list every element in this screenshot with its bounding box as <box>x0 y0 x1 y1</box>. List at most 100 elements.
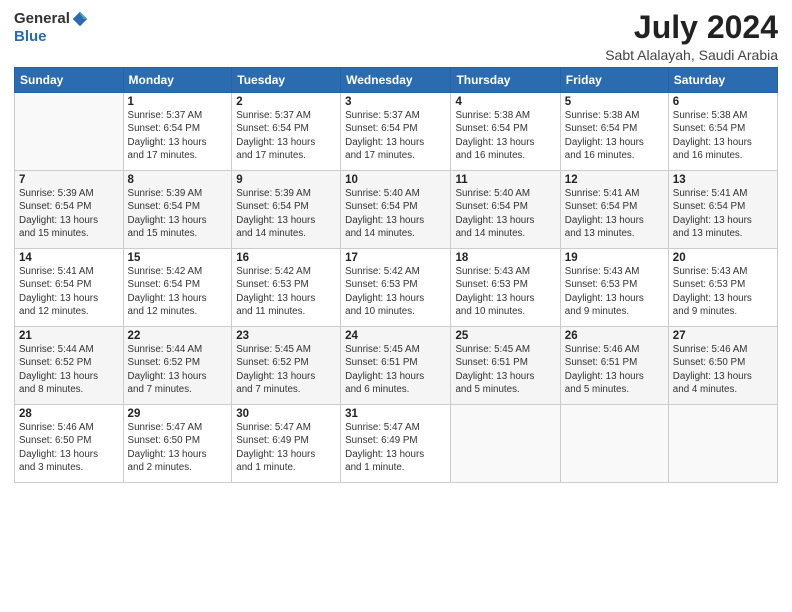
day-number: 7 <box>19 174 119 186</box>
column-header-friday: Friday <box>560 68 668 93</box>
day-number: 31 <box>345 408 446 420</box>
day-cell: 13Sunrise: 5:41 AM Sunset: 6:54 PM Dayli… <box>668 171 777 249</box>
day-info: Sunrise: 5:40 AM Sunset: 6:54 PM Dayligh… <box>345 187 446 240</box>
day-info: Sunrise: 5:43 AM Sunset: 6:53 PM Dayligh… <box>673 265 773 318</box>
day-cell: 9Sunrise: 5:39 AM Sunset: 6:54 PM Daylig… <box>232 171 341 249</box>
day-info: Sunrise: 5:38 AM Sunset: 6:54 PM Dayligh… <box>455 109 555 162</box>
day-number: 14 <box>19 252 119 264</box>
logo-icon <box>71 10 89 28</box>
day-info: Sunrise: 5:45 AM Sunset: 6:52 PM Dayligh… <box>236 343 336 396</box>
day-number: 29 <box>128 408 228 420</box>
day-cell: 6Sunrise: 5:38 AM Sunset: 6:54 PM Daylig… <box>668 93 777 171</box>
day-number: 4 <box>455 96 555 108</box>
day-cell: 11Sunrise: 5:40 AM Sunset: 6:54 PM Dayli… <box>451 171 560 249</box>
column-header-wednesday: Wednesday <box>341 68 451 93</box>
main-container: General Blue July 2024 Sabt Alalayah, Sa… <box>0 0 792 491</box>
day-number: 25 <box>455 330 555 342</box>
day-info: Sunrise: 5:47 AM Sunset: 6:49 PM Dayligh… <box>345 421 446 474</box>
day-number: 5 <box>565 96 664 108</box>
day-cell <box>668 405 777 483</box>
day-number: 12 <box>565 174 664 186</box>
day-number: 8 <box>128 174 228 186</box>
column-header-saturday: Saturday <box>668 68 777 93</box>
day-info: Sunrise: 5:42 AM Sunset: 6:54 PM Dayligh… <box>128 265 228 318</box>
day-info: Sunrise: 5:45 AM Sunset: 6:51 PM Dayligh… <box>345 343 446 396</box>
day-info: Sunrise: 5:38 AM Sunset: 6:54 PM Dayligh… <box>673 109 773 162</box>
day-info: Sunrise: 5:39 AM Sunset: 6:54 PM Dayligh… <box>236 187 336 240</box>
day-cell: 19Sunrise: 5:43 AM Sunset: 6:53 PM Dayli… <box>560 249 668 327</box>
day-cell: 7Sunrise: 5:39 AM Sunset: 6:54 PM Daylig… <box>15 171 124 249</box>
day-info: Sunrise: 5:39 AM Sunset: 6:54 PM Dayligh… <box>19 187 119 240</box>
day-info: Sunrise: 5:47 AM Sunset: 6:50 PM Dayligh… <box>128 421 228 474</box>
day-number: 9 <box>236 174 336 186</box>
day-info: Sunrise: 5:37 AM Sunset: 6:54 PM Dayligh… <box>345 109 446 162</box>
day-number: 30 <box>236 408 336 420</box>
day-info: Sunrise: 5:44 AM Sunset: 6:52 PM Dayligh… <box>19 343 119 396</box>
day-number: 19 <box>565 252 664 264</box>
day-info: Sunrise: 5:40 AM Sunset: 6:54 PM Dayligh… <box>455 187 555 240</box>
header-row-days: SundayMondayTuesdayWednesdayThursdayFrid… <box>15 68 778 93</box>
day-info: Sunrise: 5:45 AM Sunset: 6:51 PM Dayligh… <box>455 343 555 396</box>
day-number: 13 <box>673 174 773 186</box>
day-number: 6 <box>673 96 773 108</box>
column-header-tuesday: Tuesday <box>232 68 341 93</box>
day-cell: 4Sunrise: 5:38 AM Sunset: 6:54 PM Daylig… <box>451 93 560 171</box>
day-info: Sunrise: 5:43 AM Sunset: 6:53 PM Dayligh… <box>455 265 555 318</box>
day-info: Sunrise: 5:37 AM Sunset: 6:54 PM Dayligh… <box>128 109 228 162</box>
day-info: Sunrise: 5:37 AM Sunset: 6:54 PM Dayligh… <box>236 109 336 162</box>
day-cell: 26Sunrise: 5:46 AM Sunset: 6:51 PM Dayli… <box>560 327 668 405</box>
calendar-table: SundayMondayTuesdayWednesdayThursdayFrid… <box>14 67 778 483</box>
week-row-4: 21Sunrise: 5:44 AM Sunset: 6:52 PM Dayli… <box>15 327 778 405</box>
day-number: 27 <box>673 330 773 342</box>
day-cell: 10Sunrise: 5:40 AM Sunset: 6:54 PM Dayli… <box>341 171 451 249</box>
day-info: Sunrise: 5:38 AM Sunset: 6:54 PM Dayligh… <box>565 109 664 162</box>
day-number: 3 <box>345 96 446 108</box>
day-cell <box>560 405 668 483</box>
day-cell: 15Sunrise: 5:42 AM Sunset: 6:54 PM Dayli… <box>123 249 232 327</box>
day-cell: 28Sunrise: 5:46 AM Sunset: 6:50 PM Dayli… <box>15 405 124 483</box>
day-number: 17 <box>345 252 446 264</box>
day-info: Sunrise: 5:39 AM Sunset: 6:54 PM Dayligh… <box>128 187 228 240</box>
day-info: Sunrise: 5:41 AM Sunset: 6:54 PM Dayligh… <box>19 265 119 318</box>
day-cell: 18Sunrise: 5:43 AM Sunset: 6:53 PM Dayli… <box>451 249 560 327</box>
day-info: Sunrise: 5:44 AM Sunset: 6:52 PM Dayligh… <box>128 343 228 396</box>
logo-text-general: General <box>14 11 70 28</box>
day-number: 11 <box>455 174 555 186</box>
day-number: 22 <box>128 330 228 342</box>
day-info: Sunrise: 5:46 AM Sunset: 6:50 PM Dayligh… <box>673 343 773 396</box>
day-cell: 14Sunrise: 5:41 AM Sunset: 6:54 PM Dayli… <box>15 249 124 327</box>
day-number: 15 <box>128 252 228 264</box>
logo-text-blue: Blue <box>14 28 47 45</box>
day-cell: 17Sunrise: 5:42 AM Sunset: 6:53 PM Dayli… <box>341 249 451 327</box>
title-location: Sabt Alalayah, Saudi Arabia <box>605 47 778 63</box>
day-number: 20 <box>673 252 773 264</box>
day-number: 2 <box>236 96 336 108</box>
day-cell: 20Sunrise: 5:43 AM Sunset: 6:53 PM Dayli… <box>668 249 777 327</box>
day-cell <box>15 93 124 171</box>
week-row-1: 1Sunrise: 5:37 AM Sunset: 6:54 PM Daylig… <box>15 93 778 171</box>
day-cell: 8Sunrise: 5:39 AM Sunset: 6:54 PM Daylig… <box>123 171 232 249</box>
day-cell: 5Sunrise: 5:38 AM Sunset: 6:54 PM Daylig… <box>560 93 668 171</box>
column-header-thursday: Thursday <box>451 68 560 93</box>
header-row: General Blue July 2024 Sabt Alalayah, Sa… <box>14 10 778 63</box>
day-cell: 29Sunrise: 5:47 AM Sunset: 6:50 PM Dayli… <box>123 405 232 483</box>
day-cell: 24Sunrise: 5:45 AM Sunset: 6:51 PM Dayli… <box>341 327 451 405</box>
day-number: 18 <box>455 252 555 264</box>
day-cell: 22Sunrise: 5:44 AM Sunset: 6:52 PM Dayli… <box>123 327 232 405</box>
day-number: 26 <box>565 330 664 342</box>
day-cell: 25Sunrise: 5:45 AM Sunset: 6:51 PM Dayli… <box>451 327 560 405</box>
day-info: Sunrise: 5:46 AM Sunset: 6:51 PM Dayligh… <box>565 343 664 396</box>
day-info: Sunrise: 5:42 AM Sunset: 6:53 PM Dayligh… <box>236 265 336 318</box>
day-number: 21 <box>19 330 119 342</box>
day-number: 10 <box>345 174 446 186</box>
day-info: Sunrise: 5:41 AM Sunset: 6:54 PM Dayligh… <box>565 187 664 240</box>
title-month-year: July 2024 <box>605 10 778 45</box>
day-info: Sunrise: 5:47 AM Sunset: 6:49 PM Dayligh… <box>236 421 336 474</box>
day-cell: 12Sunrise: 5:41 AM Sunset: 6:54 PM Dayli… <box>560 171 668 249</box>
day-cell: 1Sunrise: 5:37 AM Sunset: 6:54 PM Daylig… <box>123 93 232 171</box>
column-header-monday: Monday <box>123 68 232 93</box>
day-cell: 3Sunrise: 5:37 AM Sunset: 6:54 PM Daylig… <box>341 93 451 171</box>
logo: General Blue <box>14 10 89 46</box>
day-info: Sunrise: 5:42 AM Sunset: 6:53 PM Dayligh… <box>345 265 446 318</box>
column-header-sunday: Sunday <box>15 68 124 93</box>
